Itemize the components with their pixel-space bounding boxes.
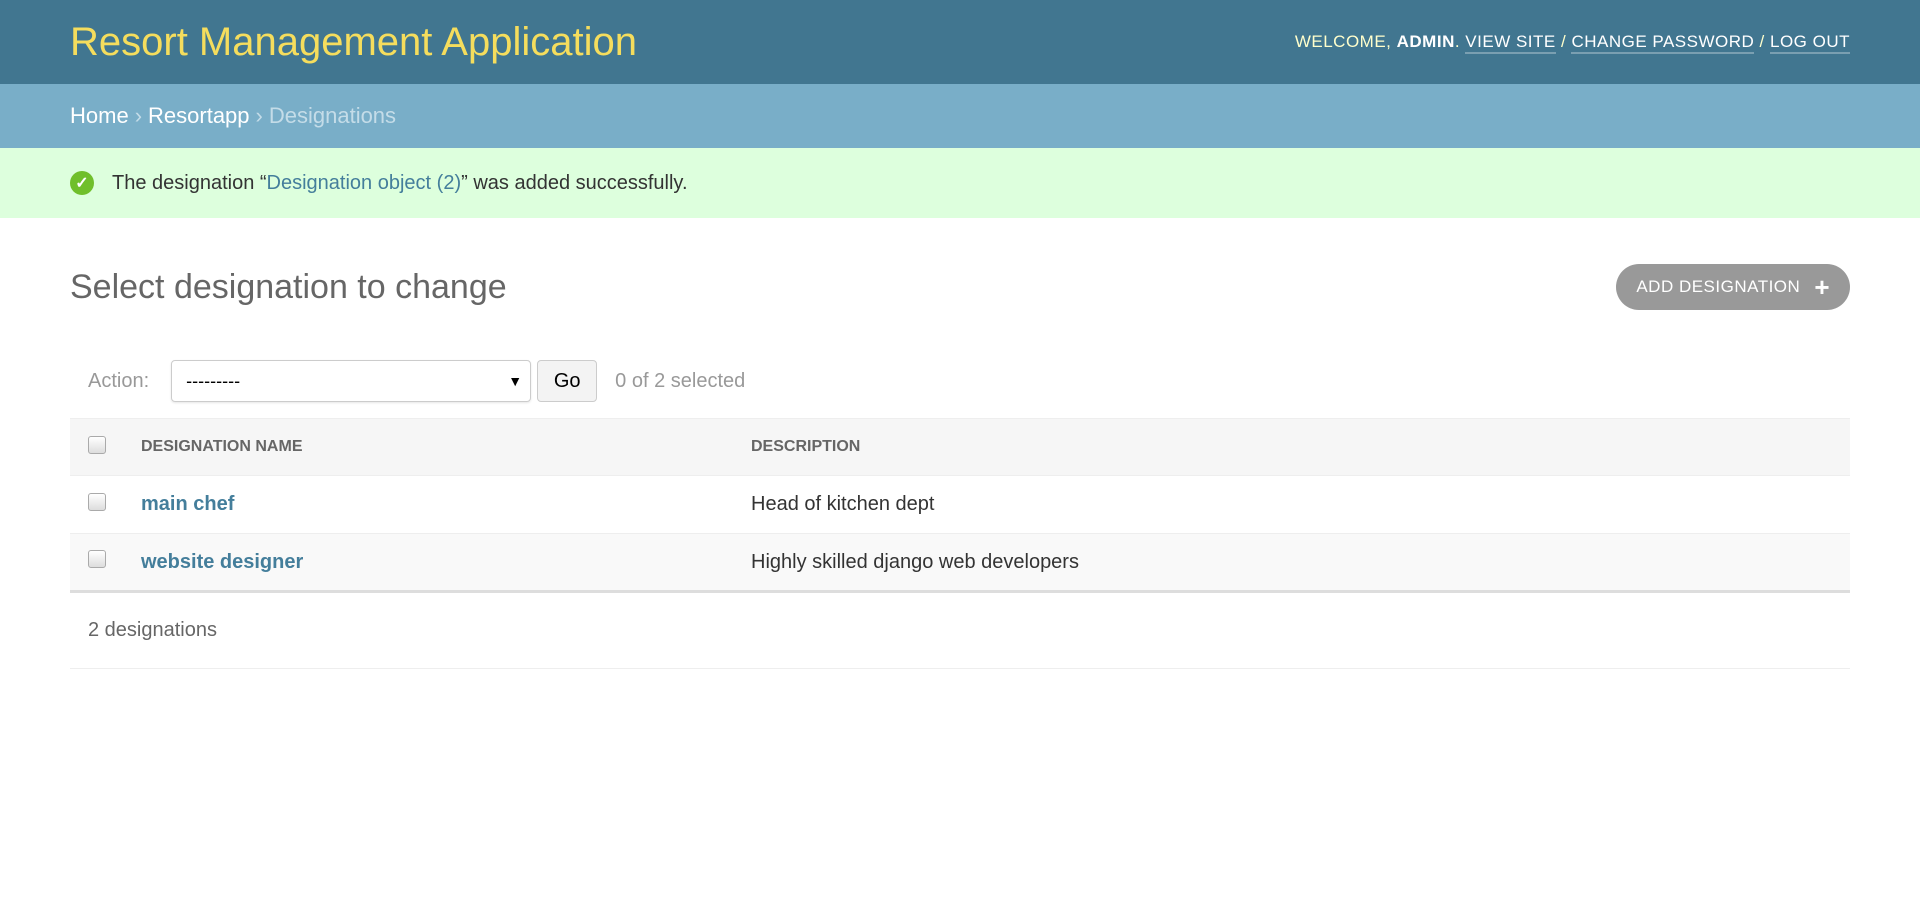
view-site-link[interactable]: View site (1465, 32, 1556, 54)
change-password-link[interactable]: Change password (1571, 32, 1755, 54)
actions-bar: Action: --------- ▼ Go 0 of 2 selected (70, 359, 1850, 403)
table-row: main chef Head of kitchen dept (70, 475, 1850, 534)
content: Select designation to change Add designa… (0, 264, 1920, 669)
message-object-link[interactable]: Designation object (2) (267, 172, 462, 194)
paginator: 2 designations (70, 593, 1850, 669)
dropdown-arrow-icon: ▼ (508, 373, 523, 389)
table-header: Designation name Description (70, 418, 1850, 476)
success-message: ✓ The designation “Designation object (2… (0, 148, 1920, 218)
add-designation-label: Add designation (1636, 277, 1801, 296)
log-out-link[interactable]: Log out (1769, 32, 1850, 54)
breadcrumb-separator: › (134, 103, 143, 128)
welcome-text: Welcome, (1294, 32, 1397, 51)
breadcrumb-resortapp[interactable]: Resortapp (148, 103, 250, 129)
action-select[interactable]: --------- ▼ (171, 360, 532, 402)
column-designation-name[interactable]: Designation name (141, 418, 751, 476)
action-selected-value: --------- (186, 370, 241, 391)
row-checkbox[interactable] (88, 550, 106, 568)
site-branding[interactable]: Resort Management Application (70, 20, 637, 65)
breadcrumb-current: Designations (268, 103, 397, 128)
select-all-checkbox[interactable] (88, 435, 106, 454)
message-text: The designation “Designation object (2)”… (112, 172, 688, 195)
plus-icon: + (1814, 271, 1830, 302)
add-designation-button[interactable]: Add designation + (1616, 264, 1850, 310)
results-table: Designation name Description main chef H… (70, 418, 1850, 593)
go-button[interactable]: Go (537, 360, 598, 402)
breadcrumb: Home › Resortapp › Designations (0, 84, 1920, 148)
breadcrumb-home[interactable]: Home (70, 103, 129, 129)
page-title: Select designation to change (70, 267, 507, 306)
column-description[interactable]: Description (751, 418, 1850, 476)
message-suffix: ” was added successfully. (461, 171, 688, 194)
header: Resort Management Application Welcome, a… (0, 0, 1920, 84)
username: admin (1396, 32, 1455, 51)
action-label: Action: (88, 369, 150, 392)
table-row: website designer Highly skilled django w… (70, 533, 1850, 593)
description-cell: Head of kitchen dept (751, 475, 1850, 534)
designation-link[interactable]: website designer (141, 551, 303, 573)
designation-link[interactable]: main chef (141, 493, 234, 515)
message-prefix: The designation “ (112, 171, 267, 194)
user-tools: Welcome, admin. View site / Change passw… (1294, 32, 1850, 54)
row-checkbox[interactable] (88, 492, 106, 511)
breadcrumb-separator: › (255, 103, 263, 128)
check-circle-icon: ✓ (70, 171, 94, 195)
selection-counter: 0 of 2 selected (615, 369, 746, 392)
description-cell: Highly skilled django web developers (751, 533, 1850, 593)
